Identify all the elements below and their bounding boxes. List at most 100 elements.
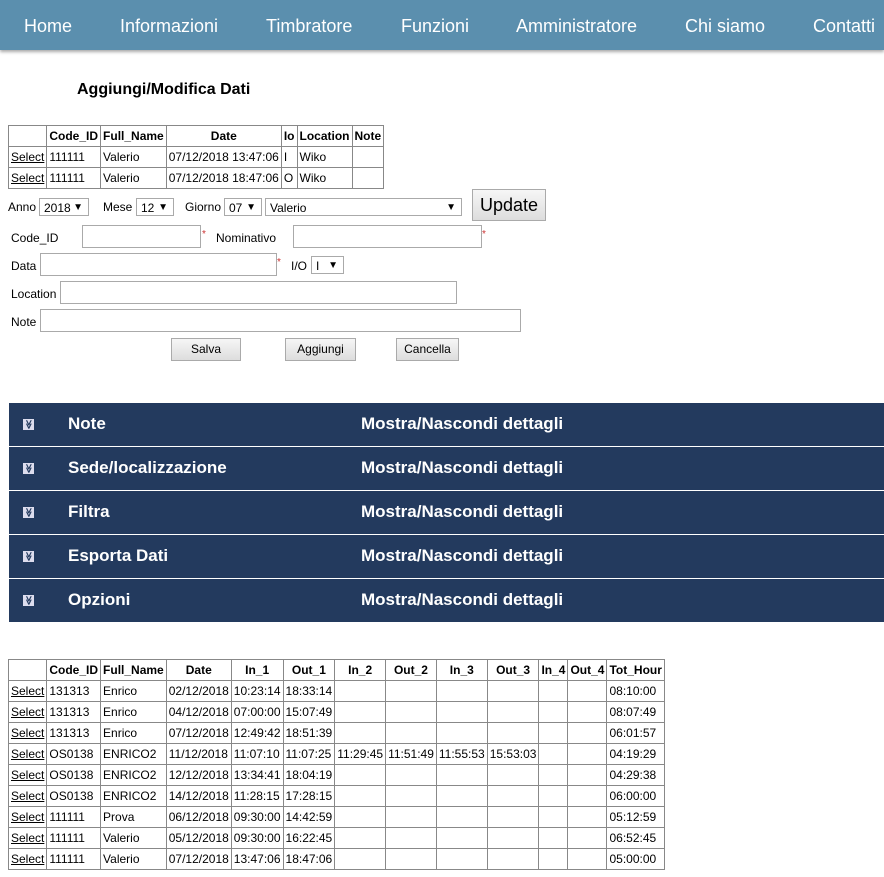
table-cell: 07/12/2018 18:47:06 (165, 167, 282, 189)
accordion-title: Esporta Dati (68, 546, 169, 565)
required-marker: * (482, 229, 486, 240)
table-cell (385, 722, 437, 744)
giorno-select[interactable]: 07 ▼ (224, 198, 262, 216)
table-cell: Select (7, 743, 48, 765)
select-link[interactable]: Select (11, 789, 44, 803)
nav-funzioni[interactable]: Funzioni (401, 16, 469, 37)
column-header: In_4 (538, 659, 569, 681)
accordion-sede-localizzazione[interactable]: ≫ Sede/localizzazione Mostra/Nascondi dett… (9, 447, 884, 490)
table-cell: 12:49:42 (230, 722, 284, 744)
select-link[interactable]: Select (11, 831, 44, 845)
table-cell: 13:34:41 (230, 764, 284, 786)
toggle-details-link[interactable]: Mostra/Nascondi dettagli (361, 502, 563, 522)
nominativo-input[interactable] (293, 225, 482, 248)
column-header: Tot_Hour (606, 659, 665, 681)
expand-chevron-icon: ≫ (23, 419, 34, 430)
table-cell (538, 680, 569, 702)
table-cell (567, 701, 608, 723)
mese-select[interactable]: 12 ▼ (136, 198, 174, 216)
select-link[interactable]: Select (11, 150, 44, 164)
column-header: Full_Name (100, 659, 167, 681)
nominativo-label: Nominativo (216, 231, 277, 245)
select-link[interactable]: Select (11, 705, 44, 719)
location-input[interactable] (60, 281, 457, 304)
data-input[interactable] (40, 253, 277, 276)
table-cell (334, 848, 387, 870)
table-cell: Select (7, 827, 48, 849)
table-cell (486, 722, 540, 744)
person-select[interactable]: Valerio ▼ (265, 198, 462, 216)
table-cell (567, 743, 608, 765)
table-cell: Select (7, 848, 48, 870)
column-header: Out_3 (486, 659, 540, 681)
table-cell: Select (7, 167, 48, 189)
code-id-input[interactable] (82, 225, 201, 248)
table-cell (385, 764, 437, 786)
update-button[interactable]: Update (472, 189, 546, 221)
toggle-details-link[interactable]: Mostra/Nascondi dettagli (361, 546, 563, 566)
note-input[interactable] (40, 309, 521, 332)
nav-informazioni[interactable]: Informazioni (120, 16, 218, 37)
anno-select[interactable]: 2018 ▼ (39, 198, 89, 216)
table-cell: ENRICO2 (100, 785, 167, 807)
table-cell: Select (7, 722, 48, 744)
table-cell: 02/12/2018 (165, 680, 232, 702)
nav-timbratore[interactable]: Timbratore (266, 16, 352, 37)
column-header: Full_Name (100, 125, 167, 147)
io-select[interactable]: I ▼ (311, 256, 344, 274)
table-cell: 11:07:10 (230, 743, 284, 765)
accordion-filtra[interactable]: ≫ Filtra Mostra/Nascondi dettagli (9, 491, 884, 534)
select-link[interactable]: Select (11, 768, 44, 782)
table-cell (538, 722, 569, 744)
select-link[interactable]: Select (11, 747, 44, 761)
nav-home[interactable]: Home (24, 16, 72, 37)
table-cell (486, 764, 540, 786)
salva-button[interactable]: Salva (171, 338, 241, 361)
io-label: I/O (291, 259, 308, 273)
toggle-details-link[interactable]: Mostra/Nascondi dettagli (361, 590, 563, 610)
table-cell: 131313 (46, 680, 102, 702)
table-cell (435, 764, 488, 786)
table-cell (334, 680, 387, 702)
table-cell: 08:10:00 (606, 680, 665, 702)
nav-amministratore[interactable]: Amministratore (516, 16, 637, 37)
table-cell: 15:53:03 (486, 743, 540, 765)
table-cell: Select (7, 785, 48, 807)
table-cell: 10:23:14 (230, 680, 284, 702)
anno-value: 2018 (44, 201, 71, 215)
table-cell: 04:19:29 (606, 743, 665, 765)
table-cell (334, 785, 387, 807)
select-link[interactable]: Select (11, 810, 44, 824)
table-cell: 131313 (46, 722, 102, 744)
aggiungi-button[interactable]: Aggiungi (285, 338, 356, 361)
table-row: Select 111111 Valerio 07/12/2018 18:47:06 O W… (7, 167, 385, 189)
select-link[interactable]: Select (11, 726, 44, 740)
column-header: Code_ID (46, 659, 102, 681)
table-row: Select 131313 Enrico 04/12/2018 07:00:00 15:0… (7, 701, 665, 723)
column-header (7, 659, 48, 681)
table-cell (435, 827, 488, 849)
select-link[interactable]: Select (11, 171, 44, 185)
column-header (7, 125, 48, 147)
io-value: I (316, 259, 320, 273)
select-link[interactable]: Select (11, 852, 44, 866)
table-row: Select OS0138 ENRICO2 12/12/2018 13:34:41 18:… (7, 764, 665, 786)
table-cell (486, 848, 540, 870)
cancella-button[interactable]: Cancella (396, 338, 459, 361)
accordion-note[interactable]: ≫ Note Mostra/Nascondi dettagli (9, 403, 884, 446)
select-link[interactable]: Select (11, 684, 44, 698)
dropdown-arrow-icon: ▼ (246, 202, 256, 213)
table-cell: 18:04:19 (282, 764, 336, 786)
expand-chevron-icon: ≫ (23, 551, 34, 562)
table-row: Select 131313 Enrico 02/12/2018 10:23:14 18:3… (7, 680, 665, 702)
table-row: Select 111111 Valerio 05/12/2018 09:30:00 16:… (7, 827, 665, 849)
table-cell: 15:07:49 (282, 701, 336, 723)
person-value: Valerio (270, 201, 307, 215)
toggle-details-link[interactable]: Mostra/Nascondi dettagli (361, 414, 563, 434)
accordion-opzioni[interactable]: ≫ Opzioni Mostra/Nascondi dettagli (9, 579, 884, 622)
toggle-details-link[interactable]: Mostra/Nascondi dettagli (361, 458, 563, 478)
table-cell: 08:07:49 (606, 701, 665, 723)
accordion-esporta-dati[interactable]: ≫ Esporta Dati Mostra/Nascondi dettagli (9, 535, 884, 578)
nav-chi-siamo[interactable]: Chi siamo (685, 16, 765, 37)
nav-contatti[interactable]: Contatti (813, 16, 875, 37)
